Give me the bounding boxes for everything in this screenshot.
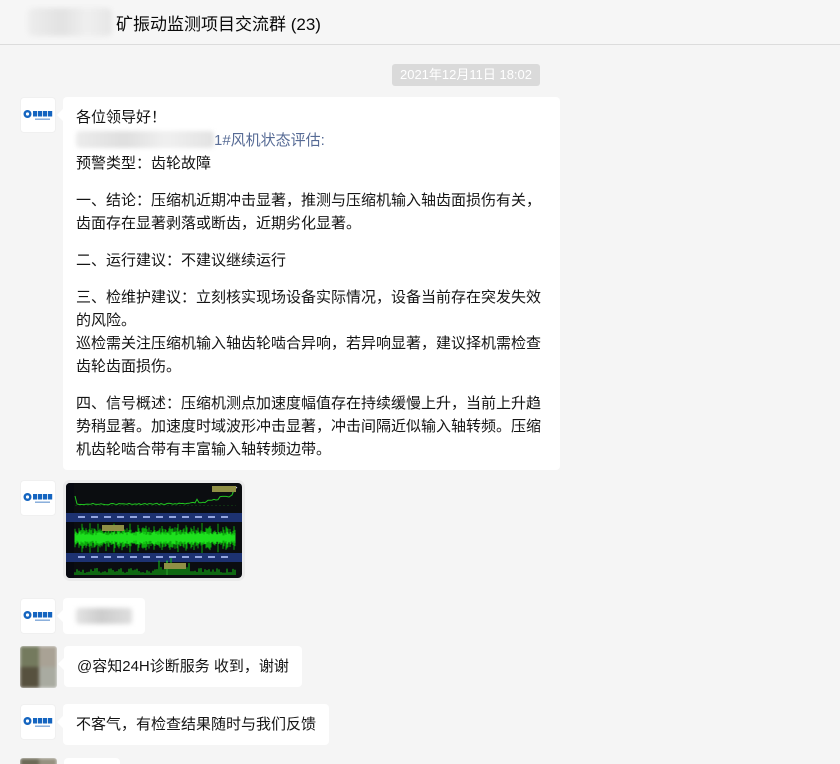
ronds-logo-avatar[interactable] xyxy=(20,598,56,634)
company-logo-icon xyxy=(23,493,53,503)
report-bubble: 各位领导好！ 1#风机状态评估: 预警类型：齿轮故障 一、结论：压缩机近期冲击显… xyxy=(63,97,560,470)
chat-header: 矿振动监测项目交流群 (23) xyxy=(0,0,840,45)
user-photo-avatar[interactable] xyxy=(20,646,57,688)
report-greeting: 各位领导好！ xyxy=(76,109,167,126)
ronds-logo-avatar[interactable] xyxy=(20,704,56,740)
vibration-analysis-plot-icon xyxy=(66,483,242,578)
timestamp-row: 2021年12月11日 18:02 xyxy=(66,64,840,86)
report-alert-type: 预警类型：齿轮故障 xyxy=(76,155,212,172)
avatar-photo-icon xyxy=(20,646,57,688)
chat-title: 矿振动监测项目交流群 (23) xyxy=(116,14,321,34)
redacted-equipment-name xyxy=(76,131,214,148)
ronds-logo-avatar[interactable] xyxy=(20,480,56,516)
vibration-analysis-image[interactable] xyxy=(63,480,245,581)
ronds-logo-avatar[interactable] xyxy=(20,97,56,133)
message-ok: 好的 xyxy=(20,758,820,764)
report-equipment-line: 1#风机状态评估: xyxy=(76,129,547,152)
report-section: 二、运行建议：不建议继续运行 xyxy=(76,252,287,269)
report-sections: 一、结论：压缩机近期冲击显著，推测与压缩机输入轴齿面损伤有关，齿面存在显著剥落或… xyxy=(76,189,547,461)
message-report: 各位领导好！ 1#风机状态评估: 预警类型：齿轮故障 一、结论：压缩机近期冲击显… xyxy=(20,97,820,470)
ok-bubble: 好的 xyxy=(64,758,121,764)
redacted-group-prefix xyxy=(28,8,112,36)
avatar-photo-icon xyxy=(20,758,57,764)
report-section: 三、检维护建议：立刻核实现场设备实际情况，设备当前存在突发失效的风险。 巡检需关… xyxy=(76,289,542,375)
equipment-status-link[interactable]: 1#风机状态评估: xyxy=(214,132,325,149)
company-logo-icon xyxy=(23,110,53,120)
company-logo-icon xyxy=(23,611,53,621)
report-section: 一、结论：压缩机近期冲击显著，推测与压缩机输入轴齿面损伤有关，齿面存在显著剥落或… xyxy=(76,192,542,232)
message-ack: @容知24H诊断服务 收到，谢谢 xyxy=(20,646,820,688)
ack-bubble: @容知24H诊断服务 收到，谢谢 xyxy=(64,646,302,687)
message-redacted xyxy=(20,598,820,634)
company-logo-icon xyxy=(23,717,53,727)
message-image xyxy=(20,480,820,581)
redacted-bubble xyxy=(63,598,145,634)
welcome-bubble: 不客气，有检查结果随时与我们反馈 xyxy=(63,704,330,745)
timestamp-badge: 2021年12月11日 18:02 xyxy=(391,64,541,86)
report-section: 四、信号概述：压缩机测点加速度幅值存在持续缓慢上升，当前上升趋势稍显著。加速度时… xyxy=(76,395,542,458)
redacted-text xyxy=(76,608,132,624)
chat-scroll-area[interactable]: 2021年12月11日 18:02 各位领导好！ 1#风机状态评估: 预警类型：… xyxy=(0,45,840,764)
chat-window: 矿振动监测项目交流群 (23) 2021年12月11日 18:02 各位领导好！ xyxy=(0,0,840,764)
user-photo-avatar[interactable] xyxy=(20,758,57,764)
message-welcome: 不客气，有检查结果随时与我们反馈 xyxy=(20,704,820,745)
